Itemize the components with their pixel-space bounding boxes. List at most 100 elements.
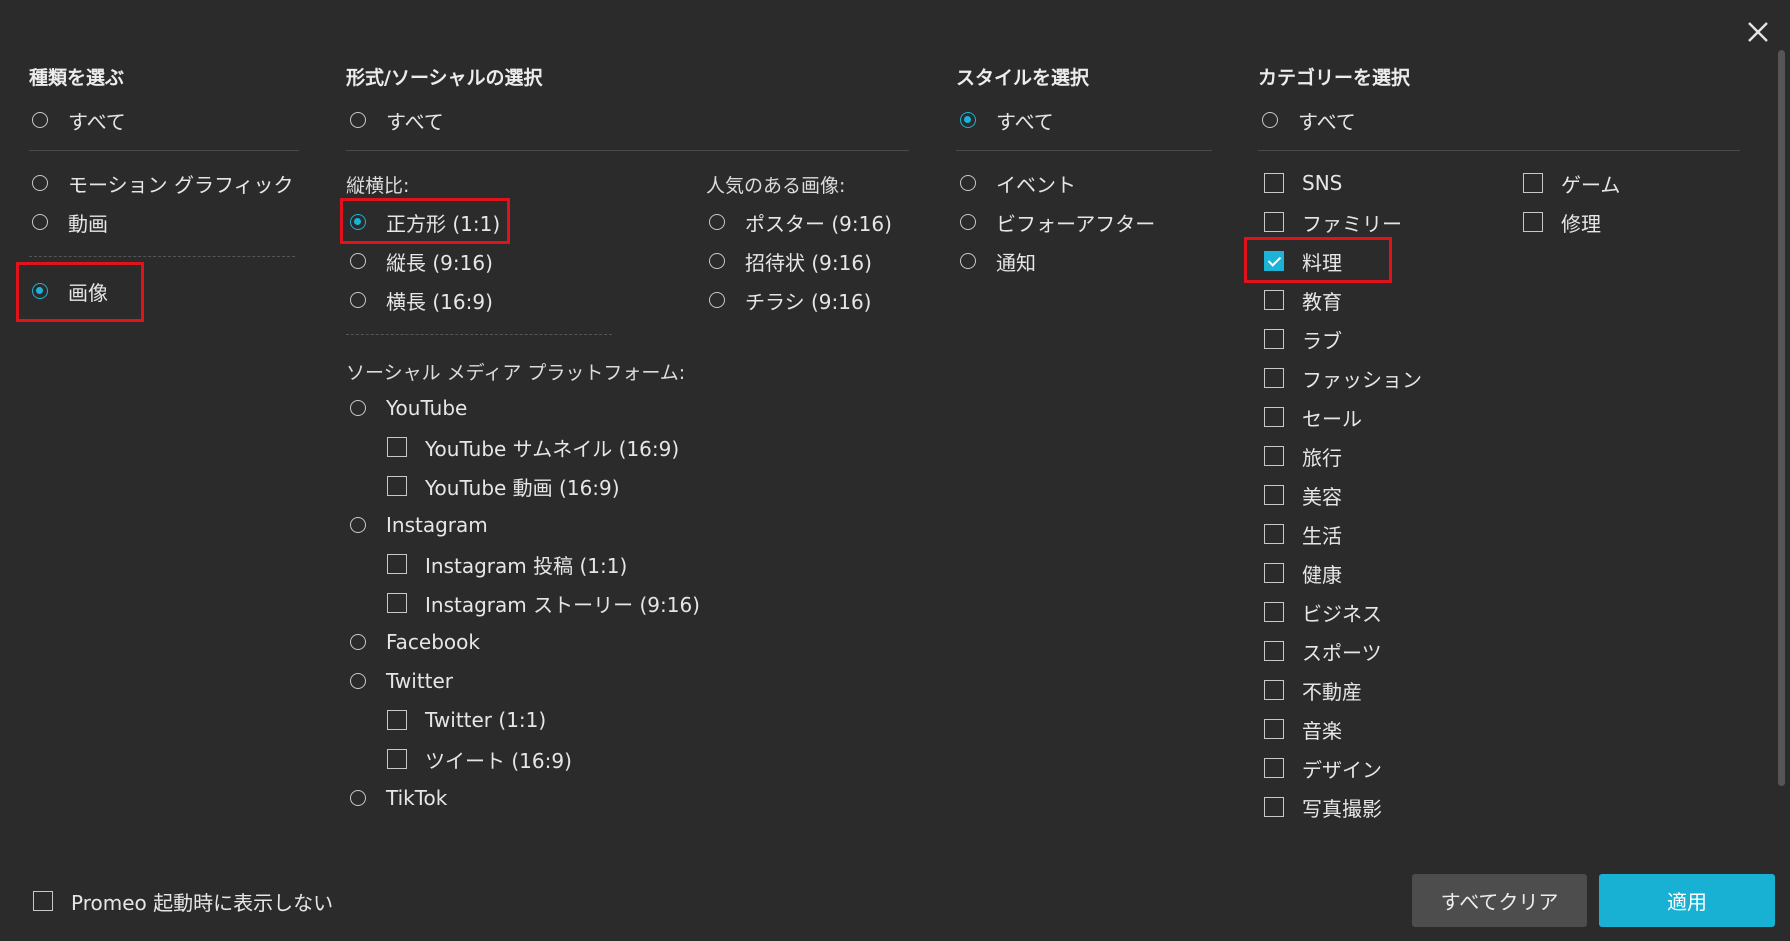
dont-show-checkbox[interactable]: Promeo 起動時に表示しない xyxy=(33,886,333,916)
checkbox-icon xyxy=(1264,173,1284,193)
checkbox-icon xyxy=(1264,563,1284,583)
radio-icon xyxy=(32,283,48,299)
radio-icon xyxy=(350,112,366,128)
radio-icon xyxy=(960,112,976,128)
type-image-radio[interactable]: 画像 xyxy=(32,276,108,306)
checkbox-icon xyxy=(1264,602,1284,622)
checkbox-icon xyxy=(1264,758,1284,778)
radio-icon xyxy=(350,673,366,689)
radio-icon xyxy=(960,175,976,191)
checkbox-icon xyxy=(33,891,53,911)
close-icon xyxy=(1748,22,1768,42)
social-instagram-radio[interactable]: Instagram xyxy=(350,510,488,540)
category-all-radio[interactable]: すべて xyxy=(1262,105,1356,135)
category-checkbox-music[interactable]: 音楽 xyxy=(1264,714,1342,744)
category-checkbox-love[interactable]: ラブ xyxy=(1264,324,1342,354)
checkbox-icon xyxy=(387,749,407,769)
popular-label: 人気のある画像: xyxy=(706,175,846,197)
category-checkbox-repair[interactable]: 修理 xyxy=(1523,207,1601,237)
radio-icon xyxy=(1262,112,1278,128)
close-button[interactable] xyxy=(1740,14,1776,50)
social-twitter-radio[interactable]: Twitter xyxy=(350,666,453,696)
radio-icon xyxy=(350,634,366,650)
divider xyxy=(346,150,909,151)
aspect-label: 縦横比: xyxy=(346,175,410,197)
dashed-divider xyxy=(29,256,295,257)
checkbox-icon xyxy=(1264,446,1284,466)
radio-icon xyxy=(709,214,725,230)
popular-invitation-radio[interactable]: 招待状 (9:16) xyxy=(709,246,872,276)
aspect-portrait-radio[interactable]: 縦長 (9:16) xyxy=(350,246,493,276)
radio-icon xyxy=(960,214,976,230)
category-checkbox-education[interactable]: 教育 xyxy=(1264,285,1342,315)
type-heading: 種類を選ぶ xyxy=(29,67,125,89)
category-checkbox-game[interactable]: ゲーム xyxy=(1523,168,1620,198)
category-checkbox-life[interactable]: 生活 xyxy=(1264,519,1342,549)
category-checkbox-sale[interactable]: セール xyxy=(1264,402,1362,432)
radio-icon xyxy=(709,253,725,269)
style-event-radio[interactable]: イベント xyxy=(960,168,1076,198)
category-checkbox-sns[interactable]: SNS xyxy=(1264,168,1342,198)
apply-button[interactable]: 適用 xyxy=(1599,874,1775,927)
category-checkbox-business[interactable]: ビジネス xyxy=(1264,597,1382,627)
checkbox-icon xyxy=(1264,368,1284,388)
category-checkbox-travel[interactable]: 旅行 xyxy=(1264,441,1342,471)
twitter-square-checkbox[interactable]: Twitter (1:1) xyxy=(387,705,546,735)
type-video-radio[interactable]: 動画 xyxy=(32,207,108,237)
category-checkbox-photography[interactable]: 写真撮影 xyxy=(1264,792,1382,822)
style-all-radio[interactable]: すべて xyxy=(960,105,1054,135)
checkbox-icon xyxy=(1523,212,1543,232)
checkbox-icon xyxy=(1264,641,1284,661)
checkbox-icon xyxy=(387,593,407,613)
divider xyxy=(1258,150,1740,151)
social-label: ソーシャル メディア プラットフォーム: xyxy=(346,362,686,384)
radio-icon xyxy=(350,253,366,269)
category-checkbox-health[interactable]: 健康 xyxy=(1264,558,1342,588)
divider xyxy=(956,150,1212,151)
checkbox-icon xyxy=(1264,485,1284,505)
social-youtube-radio[interactable]: YouTube xyxy=(350,393,467,423)
scrollbar[interactable] xyxy=(1778,50,1785,786)
category-checkbox-fashion[interactable]: ファッション xyxy=(1264,363,1422,393)
social-facebook-radio[interactable]: Facebook xyxy=(350,627,480,657)
divider xyxy=(29,150,299,151)
radio-icon xyxy=(960,253,976,269)
category-checkbox-real-estate[interactable]: 不動産 xyxy=(1264,675,1362,705)
style-before-after-radio[interactable]: ビフォーアフター xyxy=(960,207,1155,237)
style-notice-radio[interactable]: 通知 xyxy=(960,246,1036,276)
type-motion-radio[interactable]: モーション グラフィック xyxy=(32,168,294,198)
checkbox-icon xyxy=(1264,290,1284,310)
popular-flyer-radio[interactable]: チラシ (9:16) xyxy=(709,285,871,315)
instagram-story-checkbox[interactable]: Instagram ストーリー (9:16) xyxy=(387,588,700,618)
checkbox-icon xyxy=(1264,719,1284,739)
popular-poster-radio[interactable]: ポスター (9:16) xyxy=(709,207,892,237)
style-heading: スタイルを選択 xyxy=(956,67,1090,89)
type-all-radio[interactable]: すべて xyxy=(32,105,126,135)
checkbox-icon xyxy=(1264,407,1284,427)
radio-icon xyxy=(32,112,48,128)
format-all-radio[interactable]: すべて xyxy=(350,105,444,135)
radio-icon xyxy=(350,400,366,416)
youtube-video-checkbox[interactable]: YouTube 動画 (16:9) xyxy=(387,471,620,501)
radio-icon xyxy=(350,790,366,806)
checkbox-icon xyxy=(1264,797,1284,817)
aspect-landscape-radio[interactable]: 横長 (16:9) xyxy=(350,285,493,315)
category-checkbox-sports[interactable]: スポーツ xyxy=(1264,636,1382,666)
category-checkbox-design[interactable]: デザイン xyxy=(1264,753,1382,783)
clear-all-button[interactable]: すべてクリア xyxy=(1412,874,1587,927)
checkbox-icon xyxy=(1264,212,1284,232)
aspect-square-radio[interactable]: 正方形 (1:1) xyxy=(350,207,500,237)
category-checkbox-beauty[interactable]: 美容 xyxy=(1264,480,1342,510)
category-checkbox-cooking[interactable]: 料理 xyxy=(1264,246,1342,276)
radio-icon xyxy=(32,214,48,230)
radio-icon xyxy=(709,292,725,308)
checkbox-icon xyxy=(1264,329,1284,349)
tweet-checkbox[interactable]: ツイート (16:9) xyxy=(387,744,572,774)
checkbox-icon xyxy=(1264,680,1284,700)
social-tiktok-radio[interactable]: TikTok xyxy=(350,783,447,813)
instagram-post-checkbox[interactable]: Instagram 投稿 (1:1) xyxy=(387,549,627,579)
checkbox-icon xyxy=(1264,524,1284,544)
category-checkbox-family[interactable]: ファミリー xyxy=(1264,207,1402,237)
youtube-thumb-checkbox[interactable]: YouTube サムネイル (16:9) xyxy=(387,432,679,462)
checkbox-icon xyxy=(387,437,407,457)
